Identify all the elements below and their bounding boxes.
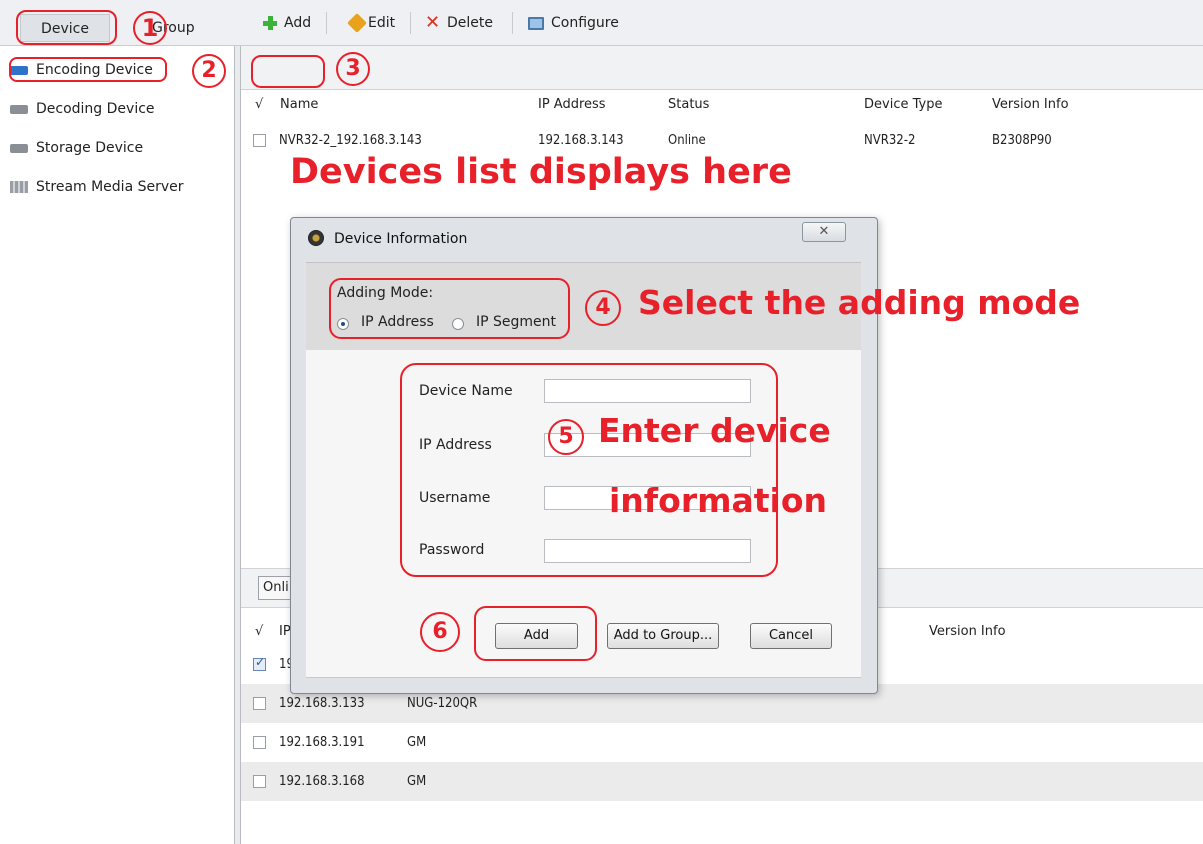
cell-device-type: GM — [407, 735, 427, 750]
column-header-check[interactable]: √ — [255, 619, 263, 645]
close-icon: ✕ — [818, 224, 830, 239]
row-checkbox[interactable] — [253, 775, 266, 788]
annotation-step-6: 6 — [420, 612, 460, 652]
add-to-group-button[interactable]: Add to Group... — [607, 623, 719, 649]
annotation-highlight-encoding-device — [9, 57, 167, 82]
column-header-ip[interactable]: IP — [279, 619, 291, 645]
annotation-step-4: 4 — [585, 290, 621, 326]
row-checkbox[interactable] — [253, 655, 266, 671]
cell-version-info: B2308P90 — [992, 133, 1052, 148]
annotation-select-mode: Select the adding mode — [638, 283, 1081, 322]
column-header-version-info[interactable]: Version Info — [992, 92, 1069, 118]
configure-button[interactable]: Configure — [528, 10, 619, 36]
close-button[interactable]: ✕ — [802, 222, 846, 242]
toolbar-separator — [410, 12, 411, 34]
table-row[interactable] — [241, 762, 1203, 801]
configure-button-label: Configure — [551, 15, 619, 31]
toolbar-separator — [512, 12, 513, 34]
annotation-devices-list: Devices list displays here — [290, 152, 792, 192]
add-button[interactable]: Add — [262, 10, 311, 36]
delete-button-label: Delete — [447, 15, 493, 31]
cancel-button[interactable]: Cancel — [750, 623, 832, 649]
cell-ip: 192.168.3.191 — [279, 735, 365, 750]
plus-icon — [262, 15, 278, 31]
monitor-icon — [528, 16, 544, 30]
annotation-highlight-device-form — [400, 363, 778, 577]
column-header-device-type[interactable]: Device Type — [864, 92, 942, 118]
toolbar — [241, 46, 1203, 90]
edit-button-label: Edit — [368, 15, 396, 31]
edit-button[interactable]: Edit — [347, 10, 396, 36]
annotation-highlight-adding-mode — [329, 278, 570, 339]
cell-device-type: GM — [407, 774, 427, 789]
sidebar-item-label: Stream Media Server — [36, 179, 184, 195]
sidebar-item-label: Decoding Device — [36, 101, 155, 117]
delete-x-icon: ✕ — [425, 12, 441, 33]
sidebar-item-decoding-device[interactable]: Decoding Device — [10, 97, 155, 121]
annotation-enter-info-line2: information — [609, 481, 828, 520]
add-button-label: Add — [284, 15, 312, 31]
column-header-status[interactable]: Status — [668, 92, 709, 118]
delete-button[interactable]: ✕ Delete — [425, 10, 493, 36]
row-checkbox[interactable] — [253, 736, 266, 749]
annotation-step-1: 1 — [133, 11, 167, 45]
annotation-step-2: 2 — [192, 54, 226, 88]
device-icon — [10, 143, 28, 153]
device-icon — [10, 104, 28, 114]
annotation-highlight-device-tab — [16, 10, 117, 45]
annotation-highlight-add-button — [251, 55, 325, 88]
toolbar-separator — [326, 12, 327, 34]
annotation-step-5: 5 — [548, 419, 584, 455]
app-logo-icon — [308, 230, 324, 246]
sidebar-splitter[interactable] — [234, 46, 241, 844]
column-header-ip-address[interactable]: IP Address — [538, 92, 606, 118]
dialog-title: Device Information — [334, 231, 468, 247]
column-header-name[interactable]: Name — [280, 92, 318, 118]
pencil-icon — [347, 13, 367, 33]
row-checkbox[interactable] — [253, 697, 266, 710]
sidebar-item-label: Storage Device — [36, 140, 144, 156]
column-header-version-info[interactable]: Version Info — [929, 619, 1006, 645]
cell-device-type: NVR32-2 — [864, 133, 916, 148]
cell-ip: 192.168.3.168 — [279, 774, 365, 789]
table-row[interactable] — [241, 723, 1203, 762]
annotation-step-3: 3 — [336, 52, 370, 86]
sidebar-item-storage-device[interactable]: Storage Device — [10, 136, 143, 160]
column-header-check[interactable]: √ — [255, 92, 263, 118]
server-icon — [10, 181, 28, 193]
sidebar-item-stream-media-server[interactable]: Stream Media Server — [10, 175, 184, 199]
annotation-highlight-dialog-add — [474, 606, 597, 661]
sidebar — [0, 46, 234, 844]
row-checkbox[interactable] — [253, 134, 266, 147]
annotation-enter-info-line1: Enter device — [598, 411, 831, 450]
